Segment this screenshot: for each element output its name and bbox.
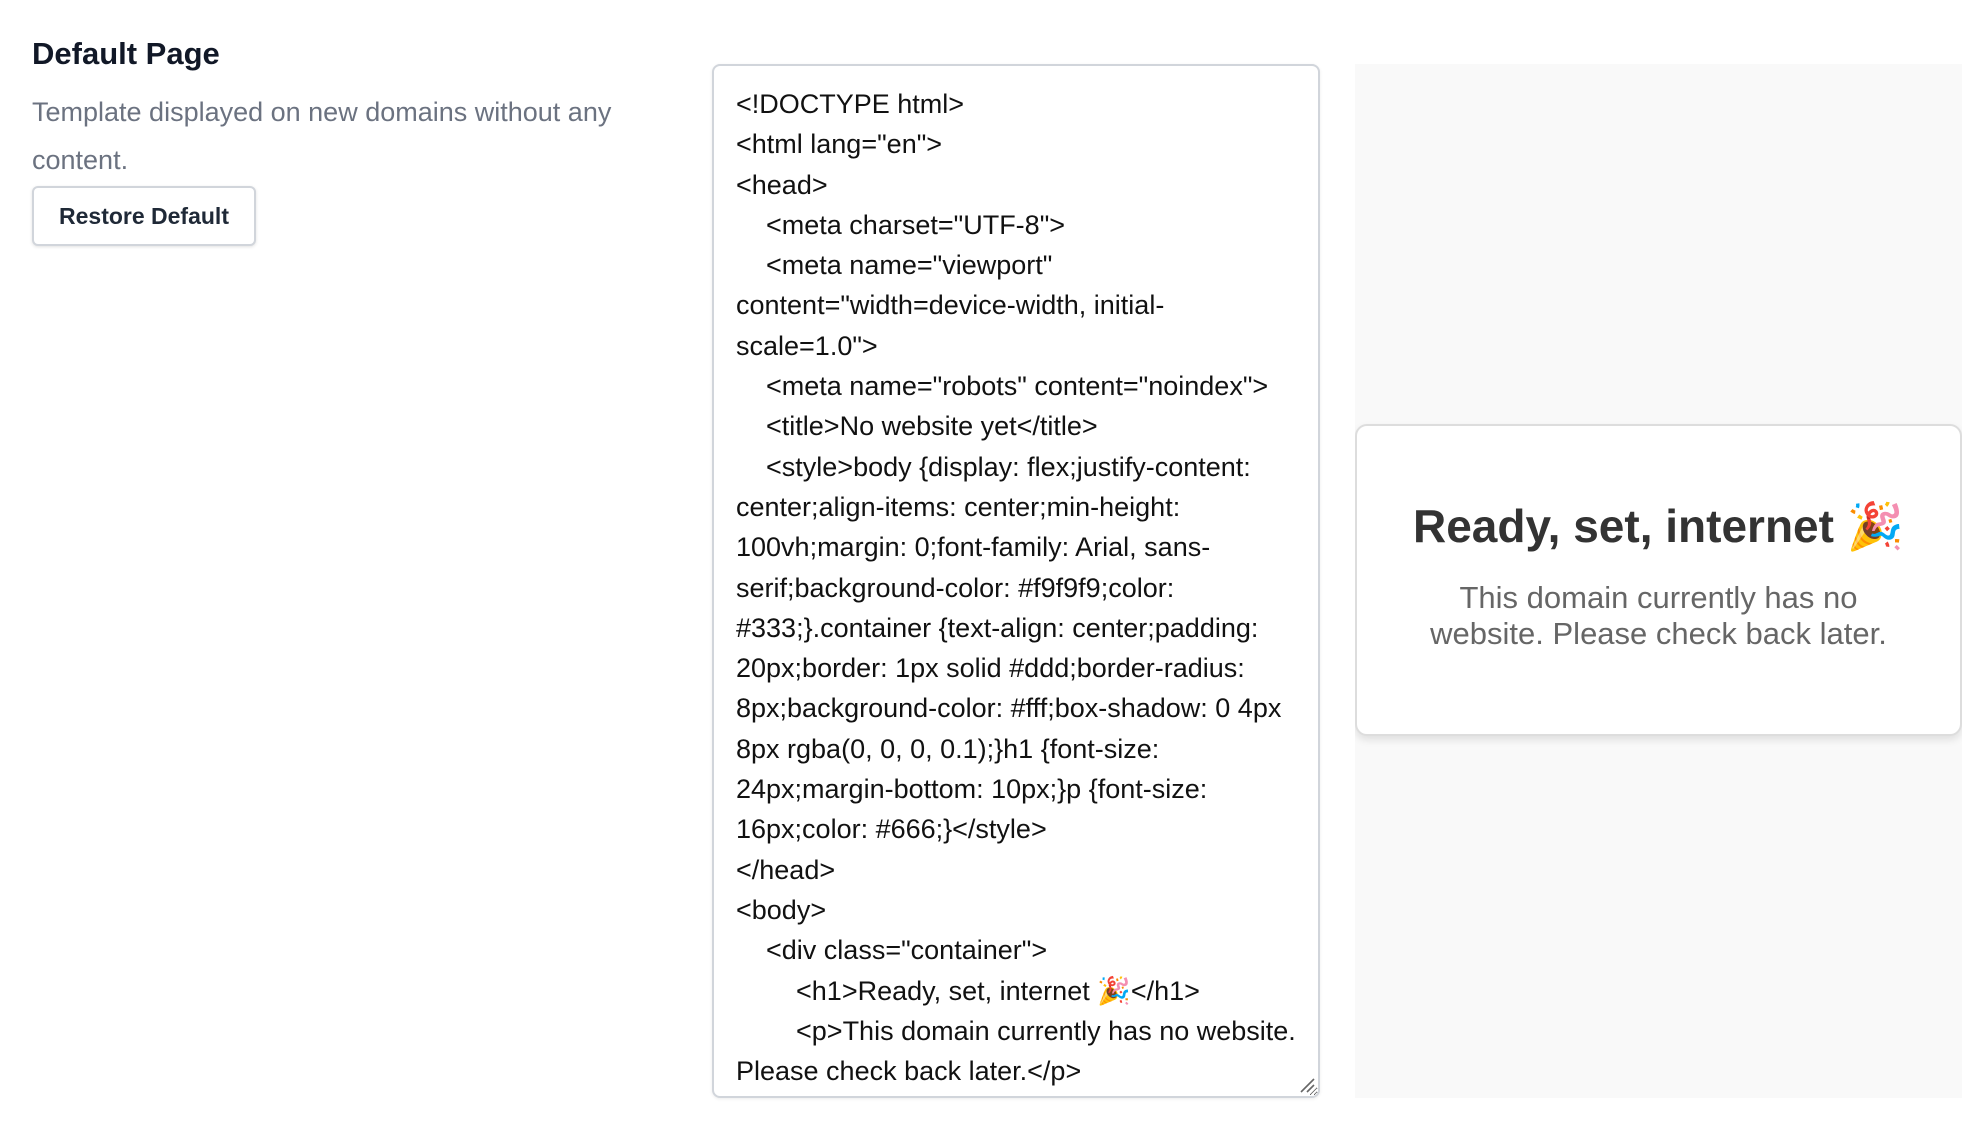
html-code-editor[interactable] — [712, 64, 1320, 1098]
resize-handle-icon[interactable] — [1298, 1076, 1316, 1094]
preview-heading: Ready, set, internet 🎉 — [1413, 500, 1904, 552]
page-title: Default Page — [32, 36, 220, 71]
settings-panel: Default Page Template displayed on new d… — [32, 30, 632, 246]
default-page-settings: Default Page Template displayed on new d… — [0, 0, 1984, 1124]
preview-container: Ready, set, internet 🎉 This domain curre… — [1355, 424, 1962, 736]
preview-text: This domain currently has no website. Pl… — [1430, 580, 1887, 651]
template-preview: Ready, set, internet 🎉 This domain curre… — [1355, 64, 1962, 1098]
restore-default-button[interactable]: Restore Default — [32, 186, 256, 246]
page-description: Template displayed on new domains withou… — [32, 97, 612, 175]
